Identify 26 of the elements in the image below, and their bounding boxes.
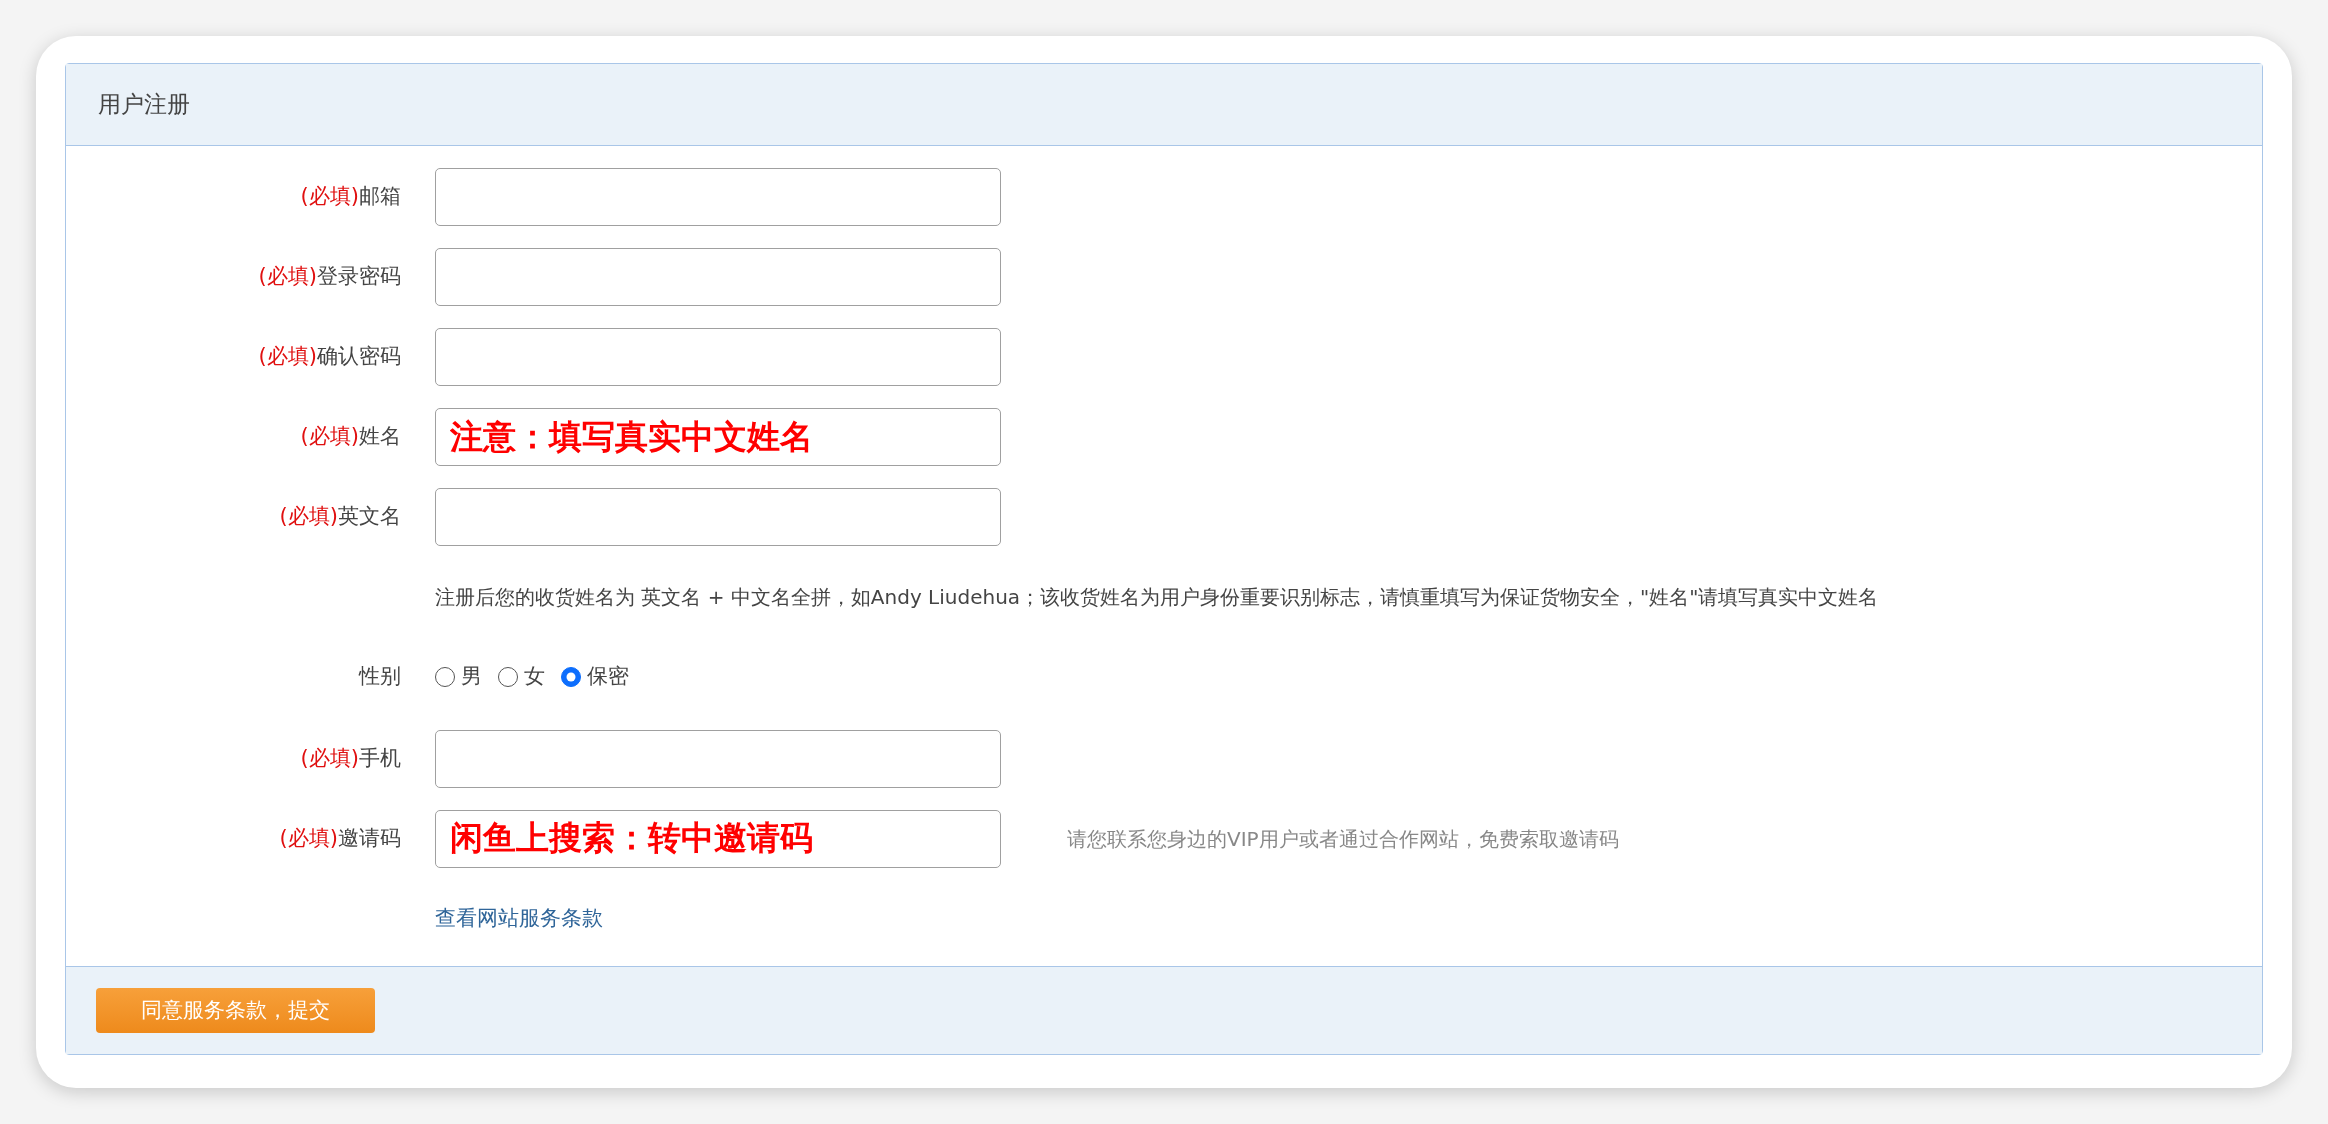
field-label: (必填)邀请码 xyxy=(279,825,401,850)
submit-button[interactable]: 同意服务条款，提交 xyxy=(96,988,375,1033)
input-field[interactable] xyxy=(435,168,1001,226)
hint-text: 请您联系您身边的VIP用户或者通过合作网站，免费索取邀请码 xyxy=(1067,825,1619,853)
input-field[interactable] xyxy=(435,488,1001,546)
radio-label: 保密 xyxy=(587,663,629,690)
field-label: 性别 xyxy=(359,664,401,688)
radio-label: 男 xyxy=(461,663,482,690)
field-label: (必填)姓名 xyxy=(300,424,401,449)
field-label: (必填)登录密码 xyxy=(258,264,401,289)
field-label: (必填)邮箱 xyxy=(300,184,401,209)
input-field[interactable]: 闲鱼上搜索：转中邀请码 xyxy=(435,809,1001,868)
input-field[interactable] xyxy=(435,729,1001,788)
field-label: (必填)确认密码 xyxy=(258,344,401,369)
field-label: (必填)手机 xyxy=(300,745,401,770)
note-text: 注册后您的收货姓名为 英文名 + 中文名全拼，如Andy Liudehua；该收货姓名为用户身份重要识别标志，请慎重填写为保证货物安全，"姓名"请填写真实中文姓名 xyxy=(435,584,1879,611)
radio-button[interactable] xyxy=(435,666,455,687)
terms-link[interactable]: 查看网站服务条款 xyxy=(435,902,603,934)
radio-label: 女 xyxy=(524,663,545,690)
field-label: (必填)英文名 xyxy=(279,504,401,529)
input-field[interactable] xyxy=(435,328,1001,386)
input-field[interactable]: 注意：填写真实中文姓名 xyxy=(435,408,1001,466)
input-field[interactable] xyxy=(435,248,1001,306)
radio-button[interactable] xyxy=(561,666,581,687)
radio-button[interactable] xyxy=(498,666,518,687)
panel-title: 用户注册 xyxy=(98,90,190,120)
